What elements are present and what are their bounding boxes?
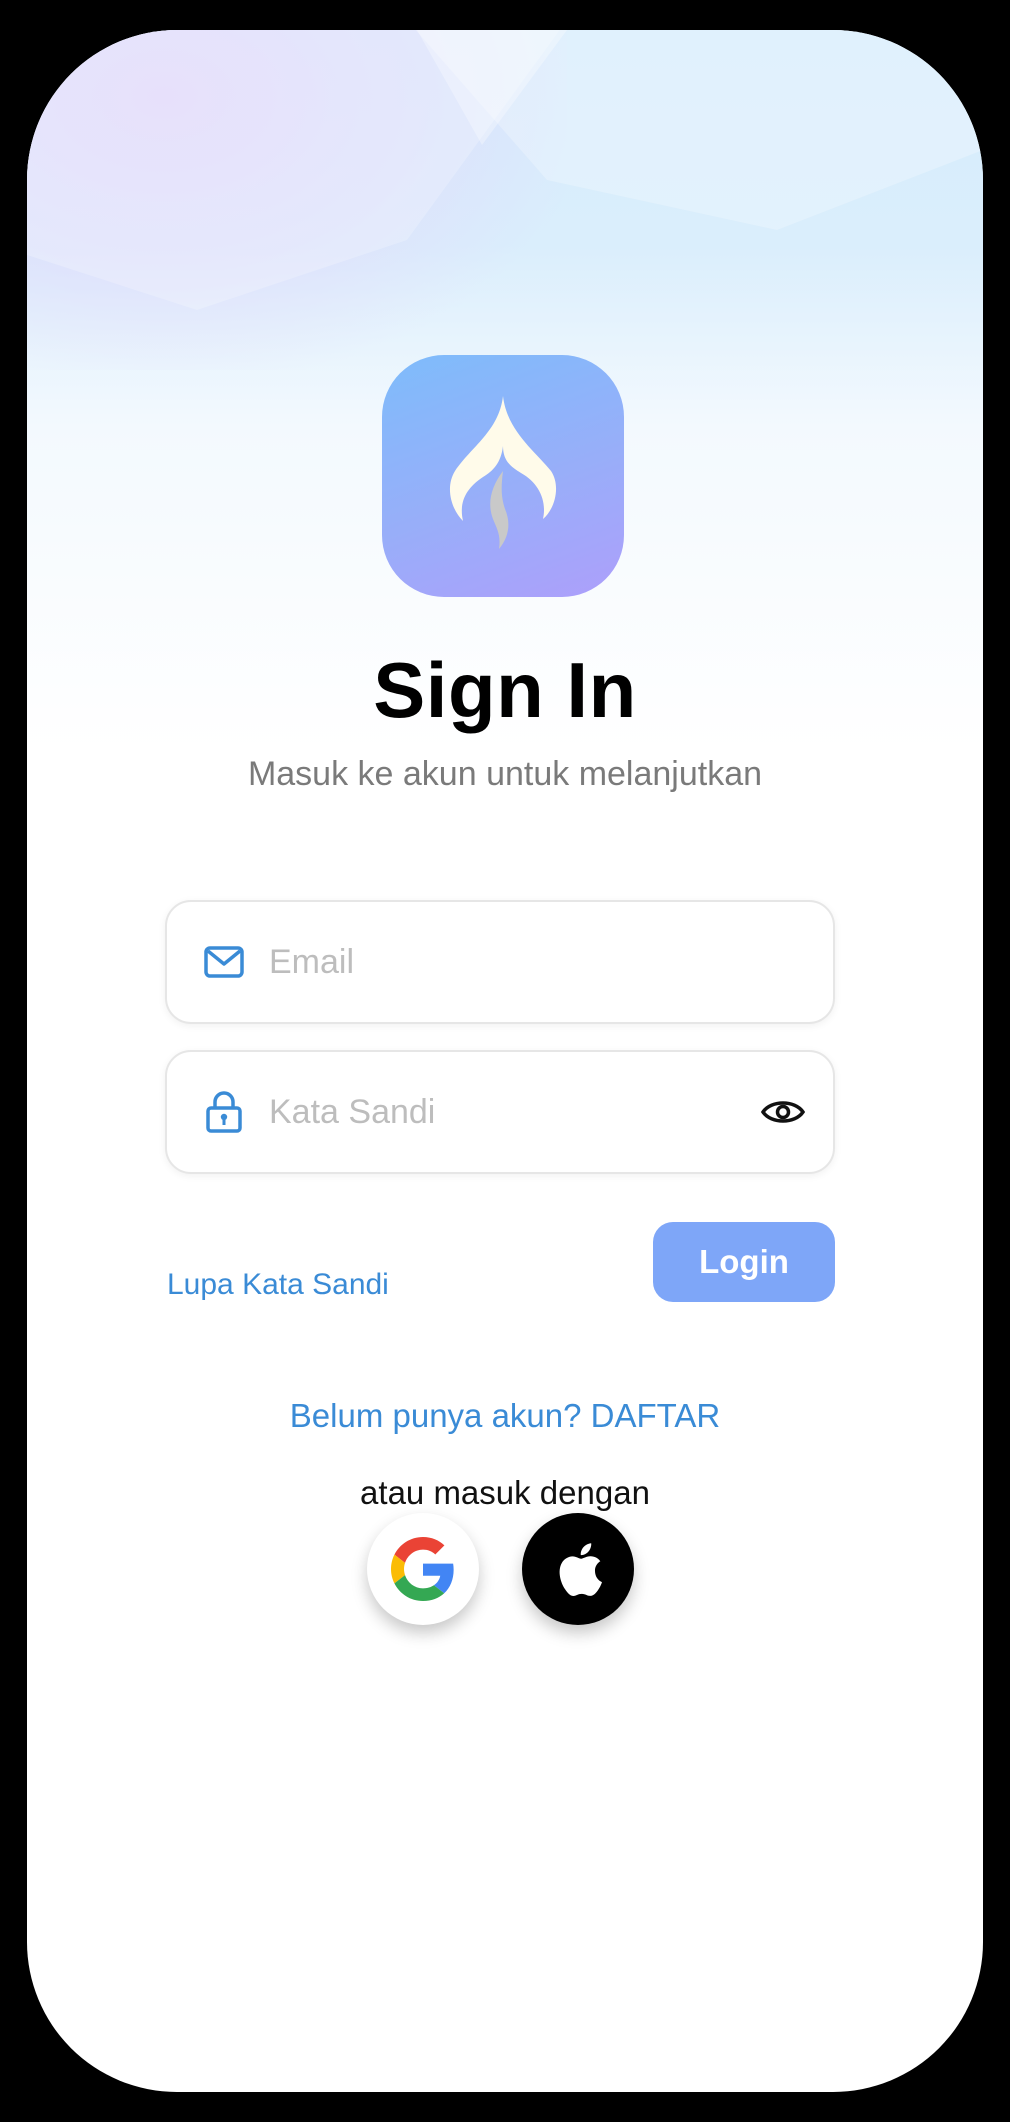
google-icon (391, 1537, 454, 1601)
register-link[interactable]: Belum punya akun? DAFTAR (27, 1397, 983, 1435)
flame-icon (449, 396, 557, 549)
password-input[interactable] (267, 1091, 759, 1133)
alt-login-label: atau masuk dengan (360, 1474, 650, 1511)
email-field[interactable] (165, 900, 835, 1024)
apple-login-button[interactable] (522, 1513, 634, 1625)
mail-icon (203, 941, 245, 983)
background-shapes (27, 30, 983, 310)
app-logo (382, 355, 624, 597)
google-login-button[interactable] (367, 1513, 479, 1625)
password-field[interactable] (165, 1050, 835, 1174)
email-input[interactable] (267, 941, 833, 983)
page-subtitle: Masuk ke akun untuk melanjutkan (247, 755, 763, 793)
lock-icon (203, 1091, 245, 1133)
sign-in-screen: Sign In Masuk ke akun untuk melanjutkan (27, 30, 983, 2092)
apple-icon (559, 1543, 602, 1597)
forgot-password-link[interactable]: Lupa Kata Sandi (167, 1268, 389, 1302)
page-title: Sign In (373, 646, 637, 734)
device-frame: Sign In Masuk ke akun untuk melanjutkan (0, 0, 1010, 2122)
eye-icon[interactable] (759, 1088, 807, 1136)
login-button[interactable]: Login (653, 1222, 835, 1302)
